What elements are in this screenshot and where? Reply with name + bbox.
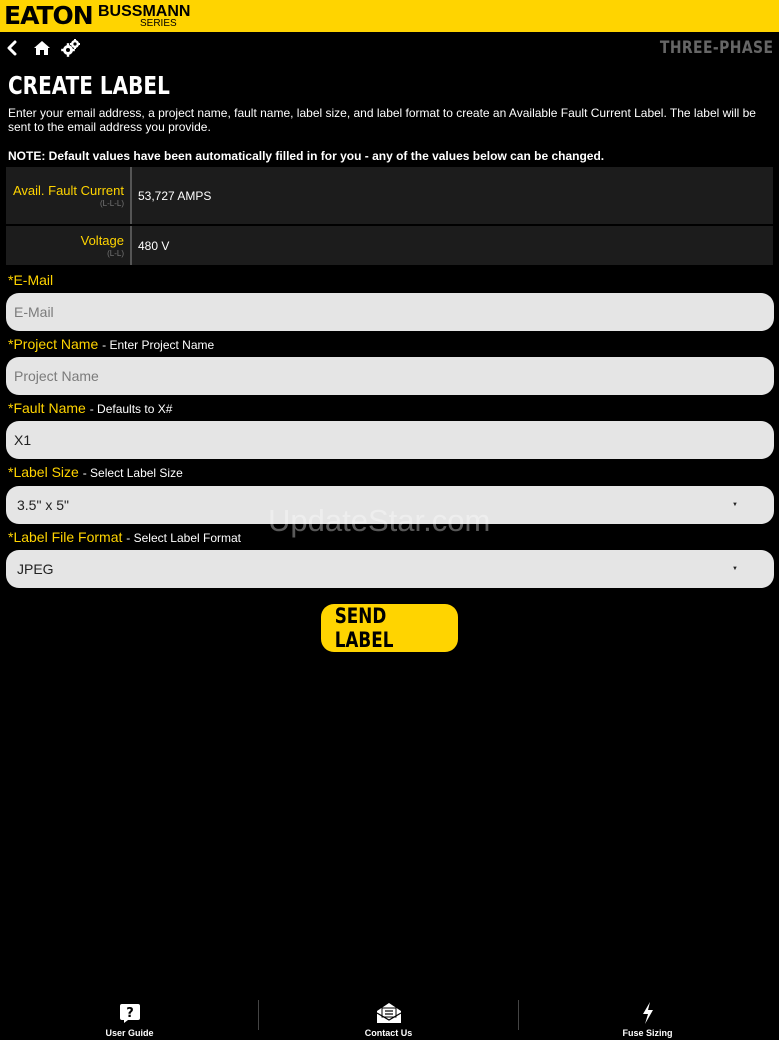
label-size-label: *Label Size - Select Label Size [8,464,183,480]
page-title: CREATE LABEL [8,71,170,100]
label-size-select[interactable]: 3.5" x 5" ▼ [6,486,774,524]
voltage-value: 480 V [138,238,170,253]
email-label-text: *E-Mail [8,272,54,288]
project-name-hint: - Enter Project Name [102,338,215,352]
mail-icon [375,1002,403,1024]
fault-name-label: *Fault Name - Defaults to X# [8,400,172,416]
back-icon[interactable] [4,38,20,58]
project-name-label: *Project Name - Enter Project Name [8,336,214,352]
label-format-hint: - Select Label Format [126,531,241,545]
tab-user-guide[interactable]: ? User Guide [0,998,259,1038]
brand-bar: EATON BUSSMANN SERIES [0,0,779,32]
dropdown-caret-icon: ▼ [732,566,738,572]
fault-name-label-text: *Fault Name [8,400,86,416]
phase-label: THREE-PHASE [659,38,773,58]
settings-gears-icon[interactable] [61,38,81,58]
tab-fuse-sizing[interactable]: Fuse Sizing [518,998,777,1038]
voltage-sub: (L-L) [107,248,124,258]
send-label-button[interactable]: SEND LABEL [321,604,458,652]
label-size-label-text: *Label Size [8,464,79,480]
send-label-text: SEND LABEL [334,604,394,652]
label-format-label-text: *Label File Format [8,529,123,545]
fault-current-label: Avail. Fault Current (L-L-L) [6,167,132,224]
label-format-value: JPEG [17,561,54,577]
fault-current-title: Avail. Fault Current [12,182,124,198]
intro-text: Enter your email address, a project name… [8,106,756,134]
fault-info-table: Avail. Fault Current (L-L-L) 53,727 AMPS… [6,167,773,267]
bottom-tab-bar: ? User Guide Contact Us Fuse Sizing [0,996,779,1040]
eaton-logo: EATON [4,1,94,30]
label-format-label: *Label File Format - Select Label Format [8,529,241,545]
label-size-hint: - Select Label Size [82,466,183,480]
tab-label: Fuse Sizing [622,1028,673,1038]
label-format-select[interactable]: JPEG ▼ [6,550,774,588]
fault-current-sub: (L-L-L) [99,198,124,208]
voltage-label: Voltage (L-L) [6,226,132,265]
series-label: SERIES [140,18,177,29]
fault-current-value: 53,727 AMPS [138,188,212,203]
fault-name-hint: - Defaults to X# [89,402,173,416]
note-text: NOTE: Default values have been automatic… [8,149,605,163]
project-name-field[interactable]: Project Name [6,357,774,395]
nav-bar: THREE-PHASE [0,32,779,64]
tab-contact-us[interactable]: Contact Us [259,998,518,1038]
svg-text:?: ? [126,1006,134,1021]
email-field[interactable]: E-Mail [6,293,774,331]
dropdown-caret-icon: ▼ [732,502,738,508]
question-icon: ? [119,1002,141,1024]
email-label: *E-Mail [8,272,53,288]
voltage-row: Voltage (L-L) 480 V [6,226,773,267]
tab-label: User Guide [105,1028,154,1038]
tab-label: Contact Us [364,1028,413,1038]
label-size-value: 3.5" x 5" [17,497,69,513]
voltage-title: Voltage [80,232,124,248]
home-icon[interactable] [33,38,51,58]
project-name-label-text: *Project Name [8,336,99,352]
fault-current-row: Avail. Fault Current (L-L-L) 53,727 AMPS [6,167,773,226]
lightning-icon [641,1002,655,1024]
fault-name-field[interactable]: X1 [6,421,774,459]
